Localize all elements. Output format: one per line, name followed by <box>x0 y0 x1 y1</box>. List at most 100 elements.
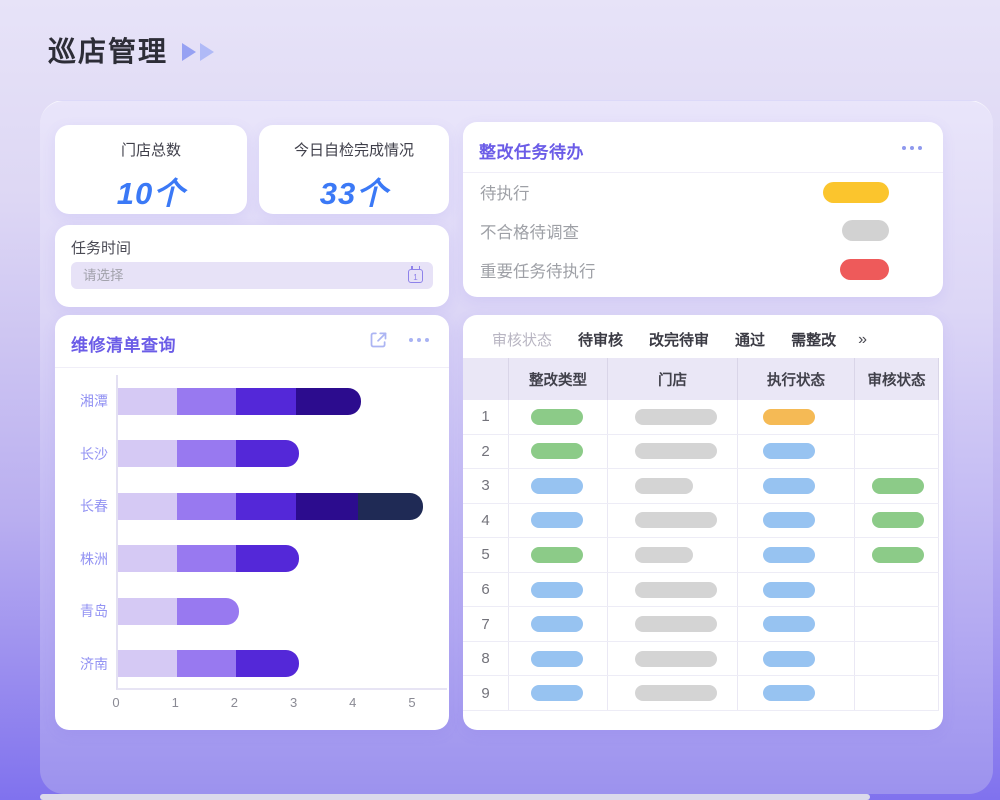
status-pill-gray <box>635 547 693 563</box>
table-cell <box>855 676 939 710</box>
chart-bar-row[interactable] <box>118 585 447 638</box>
bar-segment <box>177 598 239 625</box>
chart-bar-row[interactable] <box>118 428 447 481</box>
todo-item[interactable]: 不合格待调查 <box>463 219 943 243</box>
stacked-bar <box>118 545 299 572</box>
status-pill <box>842 220 889 241</box>
filter-tab[interactable]: 需整改 <box>791 329 836 350</box>
stacked-bar <box>118 440 299 467</box>
todo-panel: 整改任务待办 待执行不合格待调查重要任务待执行 <box>463 122 943 297</box>
stat-value: 33个 <box>259 168 449 213</box>
calendar-icon[interactable]: 1 <box>408 269 423 283</box>
filter-tab[interactable]: 改完待审 <box>649 329 709 350</box>
table-row[interactable]: 6 <box>463 573 939 608</box>
table-cell <box>509 607 608 641</box>
table-header-cell: 门店 <box>608 358 738 400</box>
filter-tab[interactable]: 待审核 <box>578 329 623 350</box>
table-cell <box>855 607 939 641</box>
bar-segment <box>236 650 298 677</box>
bar-segment <box>236 440 298 467</box>
table-row[interactable]: 4 <box>463 504 939 539</box>
table-row[interactable]: 2 <box>463 435 939 470</box>
bar-segment <box>236 493 295 520</box>
share-export-icon[interactable] <box>368 329 389 350</box>
status-pill-blue <box>531 582 583 598</box>
bar-segment <box>177 388 236 415</box>
table-row[interactable]: 7 <box>463 607 939 642</box>
table-cell <box>738 504 855 538</box>
stat-card-total-stores: 门店总数 10个 <box>55 125 247 214</box>
bar-segment <box>177 650 236 677</box>
table-cell <box>608 400 738 434</box>
chart-y-axis-labels: 湘潭长沙长春株洲青岛济南 <box>71 375 108 690</box>
table-cell <box>738 642 855 676</box>
todo-item[interactable]: 待执行 <box>463 180 943 204</box>
table-cell <box>738 676 855 710</box>
double-arrow-icon <box>182 43 214 61</box>
table-cell <box>855 435 939 469</box>
chart-bar-row[interactable] <box>118 480 447 533</box>
stat-value: 10个 <box>55 168 247 213</box>
bar-segment <box>236 388 295 415</box>
bar-segment <box>296 493 358 520</box>
table-row[interactable]: 1 <box>463 400 939 435</box>
table-row[interactable]: 8 <box>463 642 939 677</box>
table-cell <box>608 469 738 503</box>
status-pill <box>840 259 889 280</box>
filter-row: 审核状态 待审核 改完待审 通过 需整改 » <box>492 329 867 350</box>
bar-segment <box>236 545 298 572</box>
chart-bar-row[interactable] <box>118 533 447 586</box>
row-index: 7 <box>463 607 509 641</box>
horizontal-scrollbar[interactable] <box>40 794 870 800</box>
table-row[interactable]: 3 <box>463 469 939 504</box>
table-cell <box>509 435 608 469</box>
table-cell <box>738 435 855 469</box>
table-cell <box>509 538 608 572</box>
bar-segment <box>358 493 423 520</box>
status-pill-gray <box>635 478 693 494</box>
table-cell <box>509 504 608 538</box>
axis-tick-label: 5 <box>408 695 415 710</box>
todo-item-label: 待执行 <box>480 180 530 204</box>
page-header: 巡店管理 <box>48 30 214 70</box>
row-index: 2 <box>463 435 509 469</box>
axis-tick-label: 0 <box>112 695 119 710</box>
chart-bar-row[interactable] <box>118 375 447 428</box>
table-row[interactable]: 9 <box>463 676 939 711</box>
todo-item-label: 重要任务待执行 <box>480 258 596 282</box>
chevron-more-icon[interactable]: » <box>858 331 867 349</box>
row-index: 3 <box>463 469 509 503</box>
status-pill-blue <box>531 616 583 632</box>
status-pill-green <box>872 478 924 494</box>
filter-tab[interactable]: 通过 <box>735 329 765 350</box>
status-pill-gray <box>635 616 717 632</box>
table-header-cell: 执行状态 <box>738 358 855 400</box>
status-pill-blue <box>763 685 815 701</box>
bar-segment <box>177 440 236 467</box>
chart-bar-row[interactable] <box>118 638 447 691</box>
chart-x-axis-ticks: 012345 <box>116 695 447 713</box>
filter-items: 待审核 改完待审 通过 需整改 <box>578 329 836 350</box>
repair-chart-panel: 维修清单查询 湘潭长沙长春株洲青岛济南 012345 <box>55 315 449 730</box>
table-cell <box>855 642 939 676</box>
table-cell <box>855 400 939 434</box>
table-cell <box>509 642 608 676</box>
more-options-icon[interactable] <box>902 146 922 150</box>
status-pill-green <box>872 512 924 528</box>
table-cell <box>855 573 939 607</box>
filter-label: 审核状态 <box>492 329 552 350</box>
task-time-input[interactable] <box>71 262 433 289</box>
status-pill-blue <box>531 651 583 667</box>
task-time-label: 任务时间 <box>71 237 131 258</box>
table-cell <box>738 400 855 434</box>
table-row[interactable]: 5 <box>463 538 939 573</box>
table-header-cell <box>463 358 509 400</box>
status-pill-gray <box>635 582 717 598</box>
todo-item[interactable]: 重要任务待执行 <box>463 258 943 282</box>
more-options-icon[interactable] <box>409 338 429 342</box>
table-header-cell: 整改类型 <box>509 358 608 400</box>
axis-tick-label: 1 <box>172 695 179 710</box>
table-header-cell: 审核状态 <box>855 358 939 400</box>
table-cell <box>738 573 855 607</box>
status-pill-green <box>531 547 583 563</box>
